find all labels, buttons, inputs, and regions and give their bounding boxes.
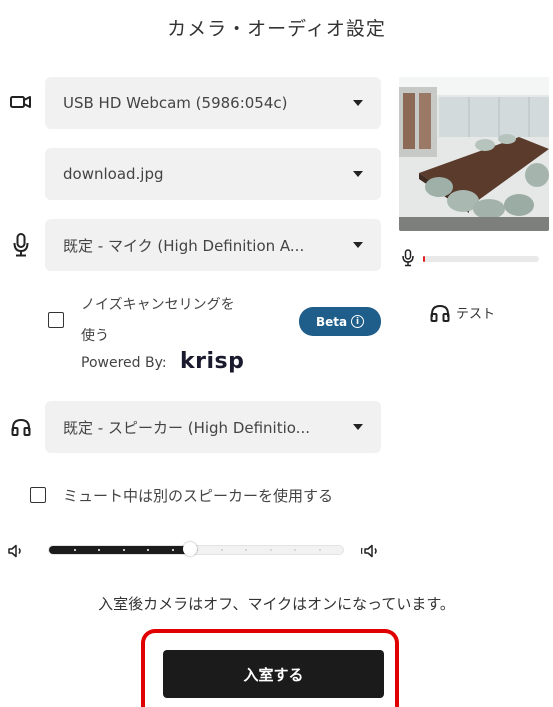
meeting-room-image <box>399 77 549 231</box>
beta-badge[interactable]: Beta i <box>299 307 381 336</box>
mute-speaker-label: ミュート中は別のスピーカーを使用する <box>63 487 334 505</box>
volume-tick <box>221 549 223 551</box>
camera-icon <box>8 89 34 115</box>
volume-tick <box>147 549 149 551</box>
camera-preview <box>399 77 549 231</box>
beta-label: Beta <box>315 314 348 329</box>
speaker-select[interactable]: 既定 - スピーカー (High Definitio... <box>45 401 381 453</box>
microphone-level-fill <box>423 256 425 262</box>
volume-tick <box>74 549 76 551</box>
volume-slider[interactable] <box>48 542 344 556</box>
test-button[interactable]: テスト <box>430 303 495 322</box>
noise-cancel-checkbox[interactable] <box>48 312 64 328</box>
enter-room-label: 入室する <box>243 665 304 684</box>
headphones-icon <box>430 304 450 322</box>
chevron-down-icon <box>353 424 363 430</box>
volume-tick <box>319 549 321 551</box>
chevron-down-icon <box>353 100 363 106</box>
powered-by-label: Powered By: <box>81 355 167 371</box>
volume-tick <box>270 549 272 551</box>
camera-select-value: USB HD Webcam (5986:054c) <box>63 94 288 112</box>
volume-low-icon <box>8 543 26 562</box>
background-select[interactable]: download.jpg <box>45 148 381 200</box>
krisp-logo: krisp <box>180 349 245 374</box>
test-label: テスト <box>456 307 496 322</box>
volume-tick <box>172 549 174 551</box>
status-text: 入室後カメラはオフ、マイクはオンになっています。 <box>98 595 455 613</box>
microphone-level-meter <box>423 256 539 262</box>
headphones-icon <box>8 414 34 440</box>
noise-cancel-label-line1: ノイズキャンセリングを <box>81 297 235 313</box>
microphone-select[interactable]: 既定 - マイク (High Definition A... <box>45 219 381 271</box>
speaker-select-value: 既定 - スピーカー (High Definitio... <box>63 418 310 437</box>
volume-slider-thumb[interactable] <box>183 542 197 556</box>
mute-speaker-checkbox[interactable] <box>30 487 46 503</box>
background-select-value: download.jpg <box>63 165 164 183</box>
volume-tick <box>294 549 296 551</box>
volume-tick <box>123 549 125 551</box>
camera-select[interactable]: USB HD Webcam (5986:054c) <box>45 77 381 129</box>
microphone-level-icon <box>399 248 417 268</box>
info-icon: i <box>351 315 365 328</box>
microphone-select-value: 既定 - マイク (High Definition A... <box>63 236 305 255</box>
volume-tick <box>245 549 247 551</box>
volume-high-icon <box>360 543 381 562</box>
chevron-down-icon <box>353 242 363 248</box>
page-title: カメラ・オーディオ設定 <box>167 18 386 40</box>
enter-room-button[interactable]: 入室する <box>163 650 384 698</box>
chevron-down-icon <box>353 171 363 177</box>
volume-tick <box>98 549 100 551</box>
microphone-icon <box>8 232 34 258</box>
noise-cancel-label-line2: 使う <box>81 328 109 344</box>
